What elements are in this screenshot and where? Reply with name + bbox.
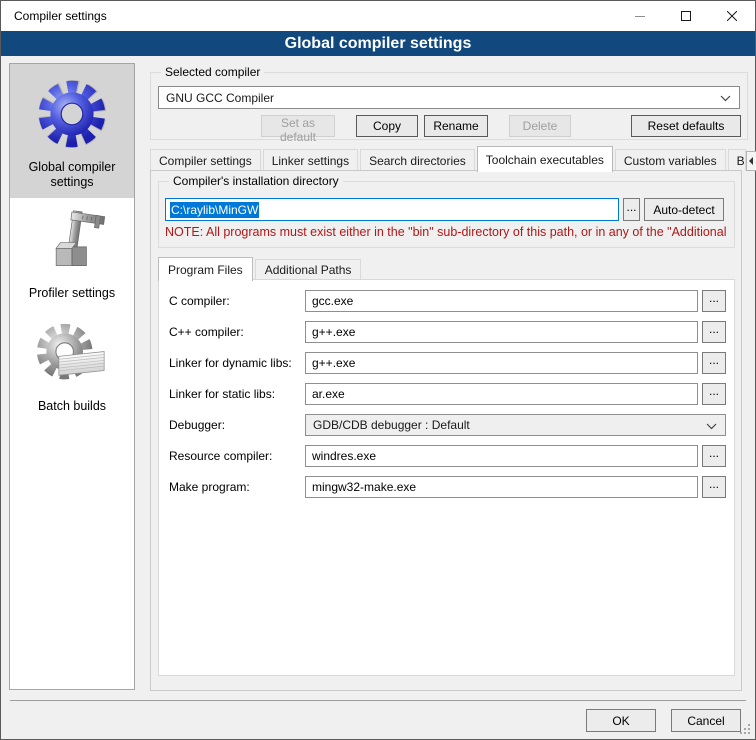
compiler-select-value: GNU GCC Compiler [166, 91, 274, 105]
field-label: C++ compiler: [169, 325, 305, 339]
page-title: Global compiler settings [1, 31, 755, 56]
dialog-body: Global compiler settings [1, 56, 755, 739]
close-icon [727, 11, 737, 21]
tab-build-options[interactable]: Build options [728, 149, 746, 171]
titlebar[interactable]: Compiler settings [1, 1, 755, 31]
tab-compiler-settings[interactable]: Compiler settings [150, 149, 261, 171]
cancel-button[interactable]: Cancel [671, 709, 741, 732]
ok-button[interactable]: OK [586, 709, 656, 732]
chevron-down-icon [706, 423, 717, 430]
tab-scroll-buttons [746, 151, 756, 171]
settings-category-list: Global compiler settings [9, 63, 135, 690]
debugger-select[interactable]: GDB/CDB debugger : Default [305, 414, 726, 436]
tab-search-directories[interactable]: Search directories [360, 149, 475, 171]
maximize-icon [681, 11, 691, 21]
maximize-button[interactable] [663, 1, 709, 31]
sidebar-item-label: Batch builds [12, 399, 132, 414]
resource-compiler-input[interactable] [305, 445, 698, 467]
chevron-down-icon [720, 95, 731, 102]
linker-dynamic-input[interactable] [305, 352, 698, 374]
footer-divider [10, 700, 746, 701]
blue-gear-icon [32, 72, 112, 156]
compiler-settings-window: Compiler settings Global compiler settin… [0, 0, 756, 740]
selected-compiler-group-label: Selected compiler [161, 65, 264, 79]
make-program-browse-button[interactable]: ... [702, 476, 726, 498]
cpp-compiler-browse-button[interactable]: ... [702, 321, 726, 343]
compiler-buttons-row: Set as default Copy Rename Delete Reset … [158, 115, 741, 137]
sidebar-item-label: Profiler settings [12, 286, 132, 301]
set-as-default-button[interactable]: Set as default [261, 115, 335, 137]
field-label: Make program: [169, 480, 305, 494]
field-label: Linker for static libs: [169, 387, 305, 401]
field-row-linker-static: Linker for static libs: ... [169, 383, 726, 405]
selected-compiler-group: Selected compiler GNU GCC Compiler Set a… [150, 72, 748, 140]
sidebar-item-profiler-settings[interactable]: Profiler settings [10, 198, 134, 309]
bin-subdirectory-note: NOTE: All programs must exist either in … [165, 225, 733, 239]
linker-dynamic-browse-button[interactable]: ... [702, 352, 726, 374]
field-row-resource-compiler: Resource compiler: ... [169, 445, 726, 467]
field-row-cpp-compiler: C++ compiler: ... [169, 321, 726, 343]
field-row-make-program: Make program: ... [169, 476, 726, 498]
settings-tabstrip: Compiler settings Linker settings Search… [150, 148, 748, 171]
subtab-additional-paths[interactable]: Additional Paths [255, 259, 362, 280]
delete-button[interactable]: Delete [509, 115, 571, 137]
auto-detect-button[interactable]: Auto-detect [644, 198, 724, 221]
installation-directory-group-label: Compiler's installation directory [169, 174, 343, 188]
field-row-linker-dynamic: Linker for dynamic libs: ... [169, 352, 726, 374]
tab-scroll-left-button[interactable] [746, 151, 756, 171]
sidebar-item-global-compiler-settings[interactable]: Global compiler settings [10, 64, 134, 198]
rename-button[interactable]: Rename [424, 115, 488, 137]
caption-buttons [617, 1, 755, 31]
tab-linker-settings[interactable]: Linker settings [263, 149, 358, 171]
toolchain-executables-panel: Compiler's installation directory C:\ray… [150, 170, 742, 691]
c-compiler-input[interactable] [305, 290, 698, 312]
installation-directory-input[interactable]: C:\raylib\MinGW [165, 198, 619, 221]
gray-gear-stack-icon [34, 317, 110, 395]
linker-static-browse-button[interactable]: ... [702, 383, 726, 405]
sidebar-item-label: Global compiler settings [12, 160, 132, 190]
installation-directory-value: C:\raylib\MinGW [170, 202, 259, 218]
copy-button[interactable]: Copy [356, 115, 418, 137]
window-title: Compiler settings [14, 1, 107, 31]
sidebar-item-batch-builds[interactable]: Batch builds [10, 309, 134, 422]
make-program-input[interactable] [305, 476, 698, 498]
compiler-select[interactable]: GNU GCC Compiler [158, 86, 740, 109]
c-compiler-browse-button[interactable]: ... [702, 290, 726, 312]
reset-defaults-button[interactable]: Reset defaults [631, 115, 741, 137]
minimize-button[interactable] [617, 1, 663, 31]
field-row-debugger: Debugger: GDB/CDB debugger : Default [169, 414, 726, 436]
tab-custom-variables[interactable]: Custom variables [615, 149, 726, 171]
triangle-left-icon [749, 157, 753, 165]
installation-directory-browse-button[interactable]: ... [623, 198, 640, 221]
caliper-icon [36, 206, 108, 282]
tab-toolchain-executables[interactable]: Toolchain executables [477, 146, 613, 172]
field-row-c-compiler: C compiler: ... [169, 290, 726, 312]
resource-compiler-browse-button[interactable]: ... [702, 445, 726, 467]
linker-static-input[interactable] [305, 383, 698, 405]
resize-grip[interactable] [740, 724, 742, 726]
field-label: Debugger: [169, 418, 305, 432]
field-label: C compiler: [169, 294, 305, 308]
cpp-compiler-input[interactable] [305, 321, 698, 343]
debugger-select-value: GDB/CDB debugger : Default [313, 418, 470, 432]
program-files-panel: C compiler: ... C++ compiler: ... Linker… [158, 279, 735, 676]
minimize-icon [635, 11, 645, 21]
field-label: Linker for dynamic libs: [169, 356, 305, 370]
close-button[interactable] [709, 1, 755, 31]
field-label: Resource compiler: [169, 449, 305, 463]
installation-directory-group: Compiler's installation directory C:\ray… [158, 181, 735, 248]
toolchain-subtabstrip: Program Files Additional Paths [158, 258, 363, 280]
subtab-program-files[interactable]: Program Files [158, 257, 253, 281]
